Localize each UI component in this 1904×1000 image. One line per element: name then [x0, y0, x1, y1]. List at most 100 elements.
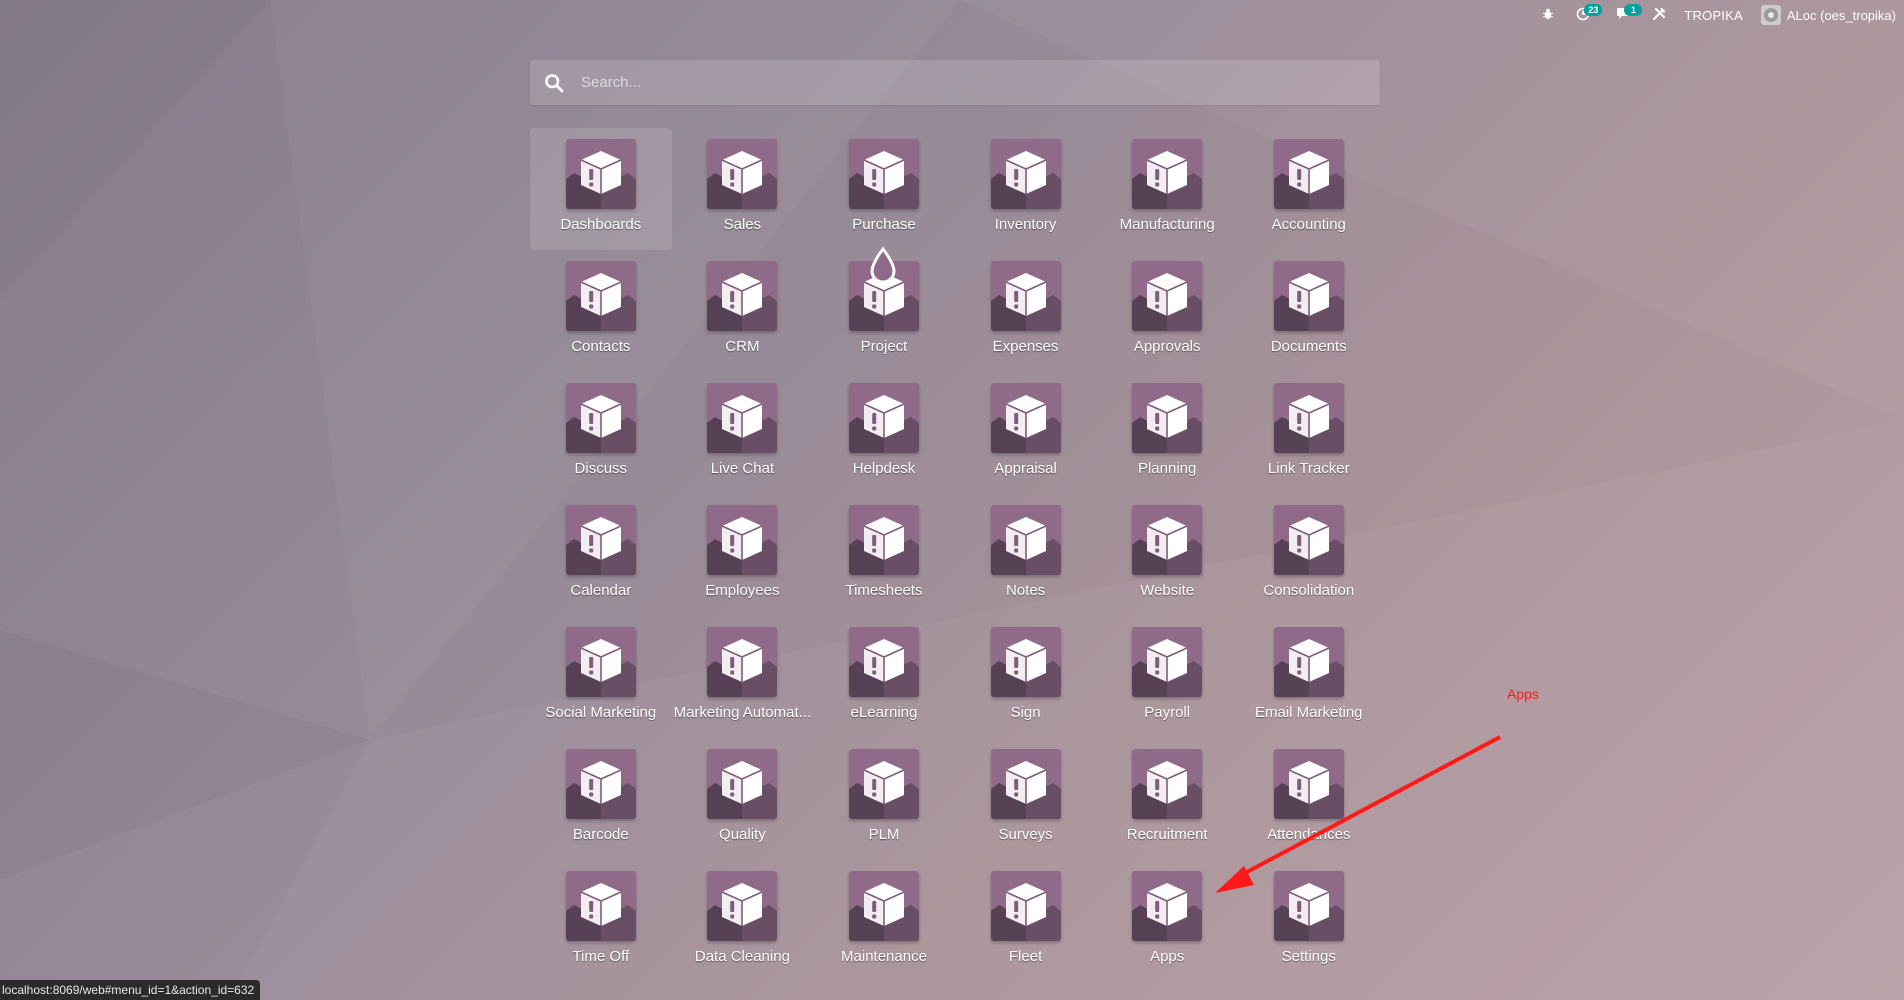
- package-icon: [1005, 639, 1046, 682]
- app-icon: [707, 383, 778, 453]
- app-label: Sales: [723, 216, 762, 233]
- app-tile-accounting[interactable]: Accounting: [1238, 128, 1380, 250]
- app-tile-helpdesk[interactable]: Helpdesk: [813, 372, 955, 494]
- app-tile-timesheets[interactable]: Timesheets: [813, 494, 955, 616]
- app-tile-data-cleaning[interactable]: Data Cleaning: [672, 860, 814, 982]
- app-icon: [1273, 383, 1344, 453]
- app-label: Calendar: [570, 582, 632, 599]
- app-tile-sales[interactable]: Sales: [672, 128, 814, 250]
- app-tile-barcode[interactable]: Barcode: [530, 738, 672, 860]
- app-tile-social-marketing[interactable]: Social Marketing: [530, 616, 672, 738]
- app-tile-payroll[interactable]: Payroll: [1096, 616, 1238, 738]
- app-label: Social Marketing: [545, 704, 657, 721]
- debug-menu[interactable]: [1542, 0, 1554, 30]
- package-icon: [863, 883, 905, 926]
- package-icon: [1005, 761, 1046, 804]
- app-icon: [848, 383, 919, 453]
- app-icon: [1273, 139, 1344, 209]
- app-tile-purchase[interactable]: Purchase: [813, 128, 955, 250]
- app-label: Discuss: [574, 460, 628, 477]
- app-tile-notes[interactable]: Notes: [955, 494, 1097, 616]
- package-icon: [580, 517, 622, 560]
- app-tile-plm[interactable]: PLM: [813, 738, 955, 860]
- app-label: eLearning: [850, 704, 918, 721]
- app-label: Planning: [1137, 460, 1197, 477]
- app-tile-documents[interactable]: Documents: [1238, 250, 1380, 372]
- app-icon: [1132, 871, 1203, 941]
- app-tile-employees[interactable]: Employees: [672, 494, 814, 616]
- app-tile-consolidation[interactable]: Consolidation: [1238, 494, 1380, 616]
- search-icon: [543, 72, 565, 94]
- app-tile-live-chat[interactable]: Live Chat: [672, 372, 814, 494]
- app-tile-marketing-automat[interactable]: Marketing Automat...: [672, 616, 814, 738]
- app-tile-apps[interactable]: Apps: [1096, 860, 1238, 982]
- app-tile-fleet[interactable]: Fleet: [955, 860, 1097, 982]
- company-switcher[interactable]: TROPIKA: [1684, 0, 1742, 30]
- app-icon: [1273, 505, 1344, 575]
- app-tile-time-off[interactable]: Time Off: [530, 860, 672, 982]
- app-label: Dashboards: [560, 216, 642, 233]
- app-icon: [565, 871, 636, 941]
- app-icon: [707, 871, 778, 941]
- package-icon: [1146, 395, 1188, 438]
- app-tile-crm[interactable]: CRM: [672, 250, 814, 372]
- app-tile-surveys[interactable]: Surveys: [955, 738, 1097, 860]
- app-label: Accounting: [1271, 216, 1346, 233]
- package-icon: [722, 151, 763, 194]
- app-tile-manufacturing[interactable]: Manufacturing: [1096, 128, 1238, 250]
- app-tile-recruitment[interactable]: Recruitment: [1096, 738, 1238, 860]
- app-tile-calendar[interactable]: Calendar: [530, 494, 672, 616]
- app-icon: [990, 871, 1061, 941]
- app-tile-email-marketing[interactable]: Email Marketing: [1238, 616, 1380, 738]
- app-tile-elearning[interactable]: eLearning: [813, 616, 955, 738]
- app-tile-link-tracker[interactable]: Link Tracker: [1238, 372, 1380, 494]
- app-label: Maintenance: [841, 948, 927, 965]
- app-tile-website[interactable]: Website: [1096, 494, 1238, 616]
- activity-count-badge: 23: [1584, 4, 1603, 16]
- package-icon: [1005, 883, 1046, 926]
- package-icon: [1288, 395, 1330, 438]
- user-name: ALoc (oes_tropika): [1786, 7, 1896, 23]
- app-tile-inventory[interactable]: Inventory: [955, 128, 1097, 250]
- app-tile-appraisal[interactable]: Appraisal: [955, 372, 1097, 494]
- app-tile-discuss[interactable]: Discuss: [530, 372, 672, 494]
- app-tile-settings[interactable]: Settings: [1238, 860, 1380, 982]
- app-label: Consolidation: [1263, 582, 1355, 599]
- app-tile-approvals[interactable]: Approvals: [1096, 250, 1238, 372]
- status-url-tooltip: localhost:8069/web#menu_id=1&action_id=6…: [0, 980, 261, 1000]
- app-label: Purchase: [852, 216, 916, 233]
- app-tile-maintenance[interactable]: Maintenance: [813, 860, 955, 982]
- package-icon: [580, 395, 622, 438]
- app-label: Employees: [705, 582, 780, 599]
- activity-menu[interactable]: 23: [1572, 0, 1603, 30]
- app-tile-planning[interactable]: Planning: [1096, 372, 1238, 494]
- app-label: Data Cleaning: [694, 948, 790, 965]
- tools-menu[interactable]: [1652, 0, 1666, 30]
- app-tile-quality[interactable]: Quality: [672, 738, 814, 860]
- package-icon: [1146, 639, 1188, 682]
- app-tile-dashboards[interactable]: Dashboards: [530, 128, 672, 250]
- package-icon: [1146, 517, 1188, 560]
- app-icon: [848, 627, 919, 697]
- package-icon: [722, 517, 763, 560]
- search-input[interactable]: [579, 59, 1380, 106]
- app-label: Time Off: [572, 948, 630, 965]
- app-tile-expenses[interactable]: Expenses: [955, 250, 1097, 372]
- tools-icon: [1652, 7, 1666, 24]
- app-label: Inventory: [994, 216, 1057, 233]
- package-icon: [1146, 151, 1188, 194]
- app-icon: [1132, 383, 1203, 453]
- app-tile-sign[interactable]: Sign: [955, 616, 1097, 738]
- app-icon: [1273, 261, 1344, 331]
- app-label: Contacts: [571, 338, 631, 355]
- app-icon: [1132, 627, 1203, 697]
- package-icon: [722, 883, 763, 926]
- app-icon: [1132, 505, 1203, 575]
- annotation-label: Apps: [1507, 686, 1539, 702]
- app-tile-attendances[interactable]: Attendances: [1238, 738, 1380, 860]
- package-icon: [1146, 883, 1188, 926]
- app-tile-contacts[interactable]: Contacts: [530, 250, 672, 372]
- messages-menu[interactable]: 1: [1612, 0, 1643, 30]
- user-menu[interactable]: ALoc (oes_tropika): [1760, 0, 1896, 30]
- app-label: Documents: [1270, 338, 1347, 355]
